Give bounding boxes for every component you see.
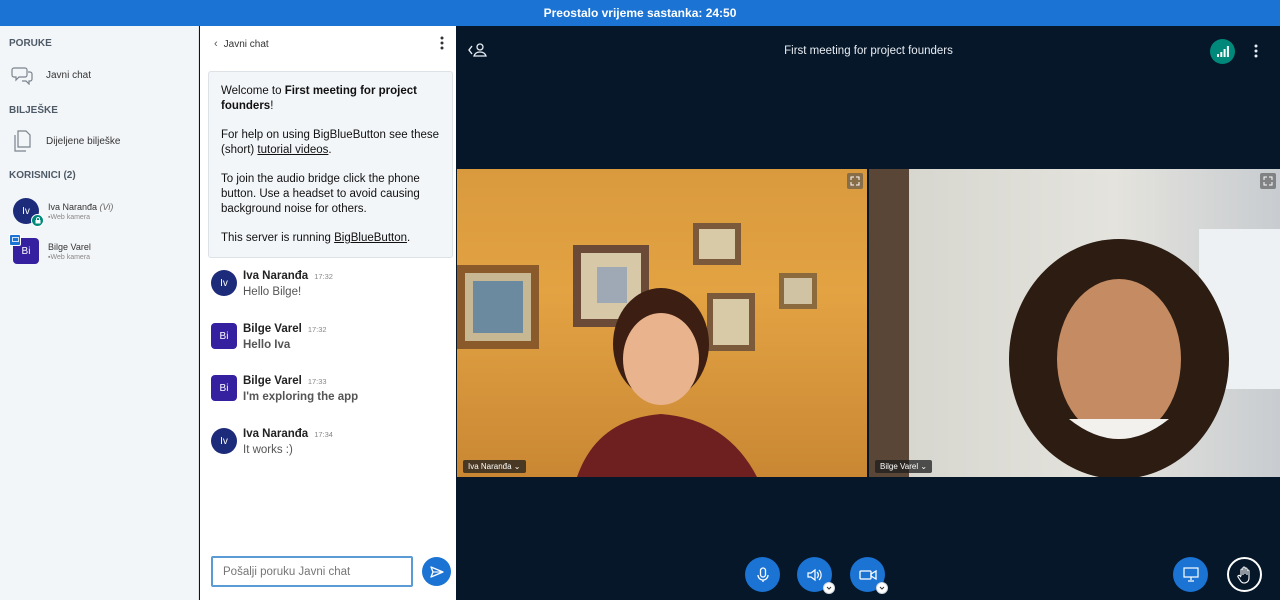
avatar: Iv bbox=[13, 198, 44, 227]
video-tile[interactable]: Iva Naranđa ⌄ bbox=[457, 169, 867, 477]
microphone-icon bbox=[756, 566, 769, 582]
user-status: Web kamera bbox=[50, 213, 91, 221]
shared-notes-label: Dijeljene bilješke bbox=[46, 135, 121, 147]
tutorial-videos-link[interactable]: tutorial videos bbox=[257, 144, 328, 156]
chat-bubbles-icon bbox=[9, 62, 35, 88]
user-name: Bilge Varel bbox=[48, 241, 91, 252]
moderator-lock-icon bbox=[31, 214, 44, 227]
chat-message: Bi Bilge Varel 17:33 I'm exploring the ap… bbox=[211, 375, 358, 403]
options-menu-icon[interactable] bbox=[1254, 44, 1258, 63]
message-text: I'm exploring the app bbox=[243, 391, 359, 403]
message-text: Hello Bilge! bbox=[243, 286, 302, 298]
message-text: It works :) bbox=[243, 444, 293, 456]
avatar: Iv bbox=[211, 428, 237, 454]
chat-message: Bi Bilge Varel 17:32 Hello Iva bbox=[211, 323, 327, 351]
chat-header: ‹ Javni chat bbox=[200, 26, 456, 62]
sidebar: PORUKE Javni chat BILJEŠKE Dijeljene bil… bbox=[0, 26, 199, 600]
sidebar-item-public-chat[interactable]: Javni chat bbox=[9, 62, 91, 88]
avatar: Bi bbox=[9, 234, 39, 264]
public-chat-label: Javni chat bbox=[46, 69, 92, 81]
camera-button[interactable] bbox=[850, 557, 888, 594]
meeting-timer-text: Preostalo vrijeme sastanka: 24:50 bbox=[543, 6, 737, 20]
avatar: Bi bbox=[211, 375, 237, 401]
presentation-button[interactable] bbox=[1173, 557, 1208, 592]
you-marker: (Vi) bbox=[99, 201, 114, 212]
video-camera-icon bbox=[858, 569, 877, 580]
message-time: 17:34 bbox=[314, 430, 333, 439]
send-icon bbox=[429, 565, 444, 578]
sidebar-item-shared-notes[interactable]: Dijeljene bilješke bbox=[9, 128, 120, 154]
chat-panel: ‹ Javni chat Welcome to First meeting fo… bbox=[200, 26, 456, 600]
user-list-item[interactable]: Bi Bilge Varel ▪Web kamera bbox=[9, 234, 91, 264]
raise-hand-button[interactable] bbox=[1227, 557, 1262, 592]
microphone-button[interactable] bbox=[745, 557, 780, 592]
chat-message-input[interactable] bbox=[211, 556, 413, 587]
audio-options-chevron-icon[interactable] bbox=[823, 582, 835, 594]
back-chevron-icon[interactable]: ‹ bbox=[214, 38, 218, 50]
chat-title[interactable]: Javni chat bbox=[224, 39, 269, 50]
meeting-timer-bar: Preostalo vrijeme sastanka: 24:50 bbox=[0, 0, 1280, 26]
welcome-message: Welcome to First meeting for project fou… bbox=[208, 71, 453, 258]
bigbluebutton-link[interactable]: BigBlueButton bbox=[334, 232, 407, 244]
user-status: Web kamera bbox=[50, 253, 91, 261]
raise-hand-icon bbox=[1236, 565, 1250, 584]
fullscreen-icon[interactable] bbox=[847, 173, 863, 189]
messages-section-title: PORUKE bbox=[9, 38, 52, 49]
user-name: Iva Naranđa bbox=[48, 201, 98, 212]
avatar: Iv bbox=[211, 270, 237, 296]
connection-status-icon[interactable] bbox=[1210, 39, 1235, 64]
presenter-icon bbox=[9, 234, 21, 246]
message-author: Bilge Varel bbox=[243, 375, 302, 387]
message-time: 17:32 bbox=[307, 325, 327, 334]
message-author: Iva Naranđa bbox=[243, 428, 309, 440]
speaker-icon bbox=[806, 568, 822, 581]
video-user-label[interactable]: Bilge Varel ⌄ bbox=[875, 460, 933, 473]
main-stage: First meeting for project founders Iva N… bbox=[457, 26, 1280, 600]
audio-button[interactable] bbox=[797, 557, 835, 594]
notes-section-title: BILJEŠKE bbox=[9, 105, 58, 116]
avatar: Bi bbox=[211, 323, 237, 349]
camera-options-chevron-icon[interactable] bbox=[876, 582, 888, 594]
chat-message: Iv Iva Naranđa 17:34 It works :) bbox=[211, 428, 333, 456]
message-time: 17:32 bbox=[314, 272, 333, 281]
presentation-icon bbox=[1182, 567, 1199, 582]
video-tile[interactable]: Bilge Varel ⌄ bbox=[869, 169, 1280, 477]
message-text: Hello Iva bbox=[243, 339, 291, 351]
message-time: 17:33 bbox=[307, 377, 327, 386]
users-section-title: KORISNICI (2) bbox=[9, 170, 76, 181]
message-author: Iva Naranđa bbox=[243, 270, 309, 282]
chat-message: Iv Iva Naranđa 17:32 Hello Bilge! bbox=[211, 270, 333, 298]
chat-options-icon[interactable] bbox=[440, 36, 444, 55]
video-user-label[interactable]: Iva Naranđa ⌄ bbox=[463, 460, 526, 473]
webcam-image bbox=[457, 223, 817, 477]
meeting-title: First meeting for project founders bbox=[784, 45, 953, 57]
message-author: Bilge Varel bbox=[243, 323, 302, 335]
send-message-button[interactable] bbox=[422, 557, 451, 586]
notes-document-icon bbox=[9, 128, 35, 154]
webcam-image bbox=[869, 169, 1280, 477]
user-list-item[interactable]: Iv Iva Naranđa (Vi) ▪Web kamera bbox=[13, 198, 114, 227]
fullscreen-icon[interactable] bbox=[1260, 173, 1276, 189]
